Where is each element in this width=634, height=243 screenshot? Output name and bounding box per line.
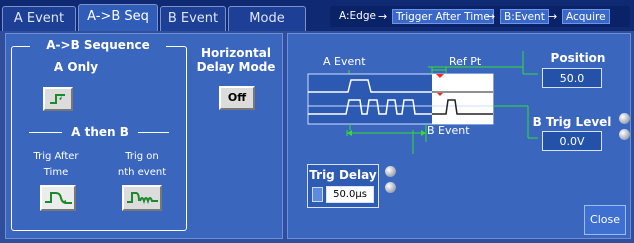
sequence-panel: A->B Sequence A Only A then B Trig After… [5, 33, 283, 239]
rising-edge-icon [50, 94, 65, 104]
b-event-label: B Event [427, 124, 470, 137]
trig-delay-label: Trig Delay [309, 168, 377, 182]
a-only-label: A Only [53, 60, 99, 74]
tab-a-event[interactable]: A Event [2, 6, 76, 31]
trig-on-nth-event-icon [127, 192, 158, 205]
a-then-b-label: A then B [62, 125, 138, 141]
breadcrumb-item-a-edge: A:Edge [339, 10, 376, 22]
horizontal-delay-off-button[interactable]: Off [219, 86, 255, 110]
b-trig-level-field[interactable]: 0.0V [542, 131, 602, 151]
tab-b-event[interactable]: B Event [160, 6, 226, 31]
trig-after-time-label-line2: Time [43, 167, 69, 178]
b-trig-level-knob-lower[interactable] [619, 129, 630, 140]
breadcrumb-arrow: → [486, 10, 496, 23]
position-label: Position [550, 51, 606, 65]
trig-after-time-icon [45, 192, 72, 204]
breadcrumb-item-b-event: B:Event [500, 9, 549, 24]
trig-on-nth-label: Trig on [125, 151, 159, 162]
close-button[interactable]: Close [584, 205, 626, 235]
trigger-settings-panel: A Event Ref Pt B Event Position 50.0 B T… [287, 33, 631, 239]
breadcrumb-item-trigger-after-time: Trigger After Time [392, 9, 494, 24]
trig-delay-box: Trig Delay 50.0µs [307, 164, 379, 208]
sequence-group-title: A->B Sequence [30, 38, 166, 54]
trig-after-time-button[interactable] [40, 185, 76, 211]
trig-on-nth-event-button[interactable] [122, 185, 162, 211]
keypad-icon[interactable] [312, 187, 323, 202]
horizontal-delay-title-line2: Delay Mode [196, 60, 276, 74]
trig-delay-knob-upper[interactable] [385, 166, 396, 177]
a-only-button[interactable] [43, 87, 73, 111]
trig-delay-knob-lower[interactable] [385, 182, 396, 193]
tab-a-b-seq[interactable]: A->B Seq [78, 4, 158, 31]
horizontal-delay-title: Horizontal [200, 46, 272, 60]
breadcrumb-arrow: → [378, 10, 388, 23]
tab-bar: A Event A->B Seq B Event Mode A:Edge → T… [0, 0, 634, 31]
b-trig-level-knob-upper[interactable] [619, 113, 630, 124]
trig-on-nth-label-line2: nth event [117, 167, 167, 178]
breadcrumb-arrow: → [548, 10, 558, 23]
trig-delay-field[interactable]: 50.0µs [326, 186, 374, 203]
tab-mode[interactable]: Mode [228, 6, 306, 31]
breadcrumb-item-acquire: Acquire [562, 9, 610, 24]
trig-after-time-label: Trig After [33, 151, 79, 162]
b-trig-level-label: B Trig Level [532, 115, 612, 129]
position-field[interactable]: 50.0 [542, 68, 602, 88]
breadcrumb: A:Edge → Trigger After Time → B:Event → … [330, 6, 630, 27]
